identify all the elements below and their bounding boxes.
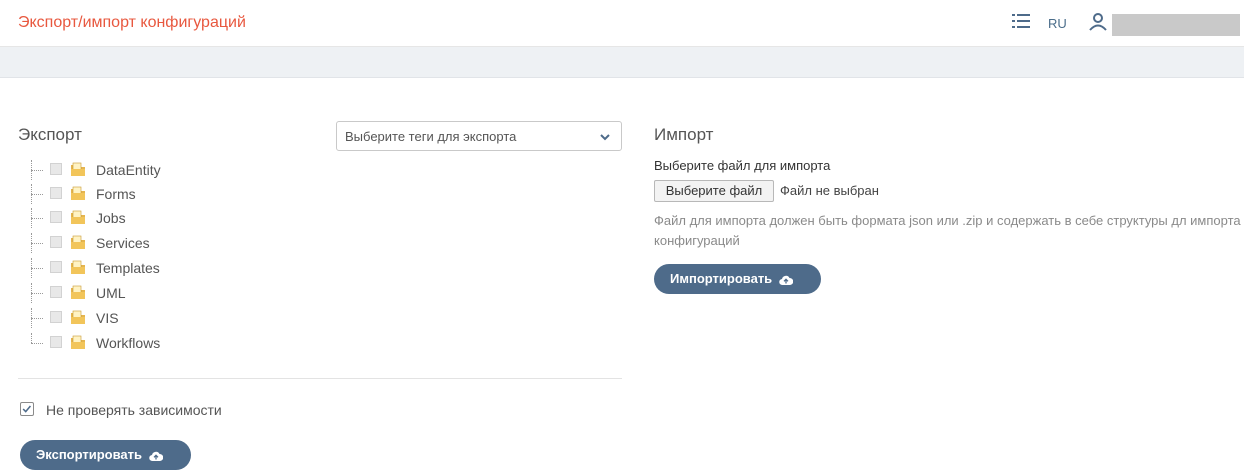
tree-item[interactable]: Templates [28, 258, 228, 278]
tree-checkbox[interactable] [50, 211, 62, 223]
chevron-down-icon [600, 134, 610, 141]
list-icon[interactable] [1012, 12, 1030, 30]
tree-item[interactable]: DataEntity [28, 160, 228, 180]
tree-item-label: Templates [96, 260, 160, 276]
export-heading: Экспорт [18, 125, 82, 144]
folder-icon [71, 162, 85, 176]
tree-item-label: VIS [96, 310, 119, 326]
skip-deps-label: Не проверять зависимости [46, 402, 222, 418]
export-button-label: Экспортировать [36, 447, 143, 462]
export-tags-select[interactable]: Выберите теги для экспорта [336, 121, 622, 151]
export-tags-placeholder: Выберите теги для экспорта [345, 129, 517, 144]
skip-deps-checkbox[interactable] [20, 402, 34, 416]
tree-connector [31, 170, 43, 171]
folder-icon [71, 260, 85, 274]
tree-checkbox[interactable] [50, 336, 62, 348]
toolbar-strip [0, 47, 1244, 78]
folder-icon [71, 235, 85, 249]
tree-checkbox[interactable] [50, 261, 62, 273]
check-icon [22, 405, 32, 413]
folder-icon [71, 210, 85, 224]
tree-checkbox[interactable] [50, 311, 62, 323]
user-name-redacted[interactable] [1112, 14, 1240, 36]
file-status: Файл не выбран [780, 183, 879, 198]
tree-item[interactable]: VIS [28, 308, 228, 328]
tree-connector [31, 268, 43, 269]
folder-icon [71, 186, 85, 200]
page-title: Экспорт/импорт конфигураций [18, 14, 246, 31]
tree-connector [31, 293, 43, 294]
tree-connector [31, 343, 43, 344]
tree-connector [31, 218, 43, 219]
cloud-upload-icon [148, 451, 163, 461]
tree-item-label: UML [96, 285, 126, 301]
export-button[interactable]: Экспортировать [20, 440, 191, 470]
import-heading: Импорт [654, 125, 714, 144]
tree-connector [31, 194, 43, 195]
tree-item[interactable]: Workflows [28, 333, 228, 353]
tree-item[interactable]: Jobs [28, 208, 228, 228]
folder-icon [71, 310, 85, 324]
import-button[interactable]: Импортировать [654, 264, 821, 294]
tree-checkbox[interactable] [50, 286, 62, 298]
tree-item-label: Workflows [96, 335, 161, 351]
folder-icon [71, 285, 85, 299]
tree-item-label: Services [96, 235, 150, 251]
tree-connector [31, 243, 43, 244]
folder-icon [71, 335, 85, 349]
tree-item[interactable]: Services [28, 233, 228, 253]
tree-connector [31, 318, 43, 319]
tree-item[interactable]: Forms [28, 184, 228, 204]
language-switch[interactable]: RU [1048, 16, 1067, 31]
cloud-upload-icon [779, 275, 793, 285]
tree-item-label: DataEntity [96, 162, 161, 178]
tree-item-label: Forms [96, 186, 136, 202]
import-hint: Файл для импорта должен быть формата jso… [654, 213, 1241, 248]
tree-checkbox[interactable] [50, 163, 62, 175]
import-button-label: Импортировать [670, 271, 773, 286]
tree-checkbox[interactable] [50, 236, 62, 248]
import-file-label: Выберите файл для импорта [654, 158, 831, 173]
top-bar: Экспорт/импорт конфигураций RU [0, 0, 1244, 47]
choose-file-button[interactable]: Выберите файл [654, 180, 774, 202]
export-divider [18, 378, 622, 379]
tree-item-label: Jobs [96, 210, 126, 226]
tree-item[interactable]: UML [28, 283, 228, 303]
user-icon[interactable] [1088, 12, 1108, 32]
tree-checkbox[interactable] [50, 187, 62, 199]
tree-connector [31, 333, 33, 343]
